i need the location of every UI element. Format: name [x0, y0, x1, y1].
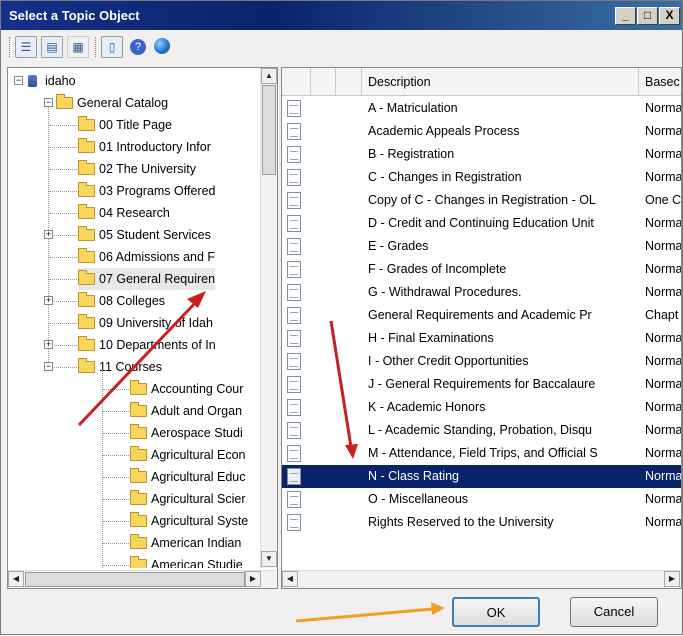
dialog-window: Select a Topic Object _ □ X ☰ ▤ ▦ ▯ ? − i… — [0, 0, 683, 635]
orange-arrow-to-ok — [295, 607, 434, 623]
orange-arrow-head — [431, 602, 445, 615]
red-arrow-to-row — [329, 320, 353, 448]
annotation-arrows — [77, 291, 445, 623]
red-arrow-head-row — [345, 444, 358, 459]
red-arrow-to-tree — [77, 299, 199, 427]
red-arrow-head-tree — [187, 291, 206, 308]
